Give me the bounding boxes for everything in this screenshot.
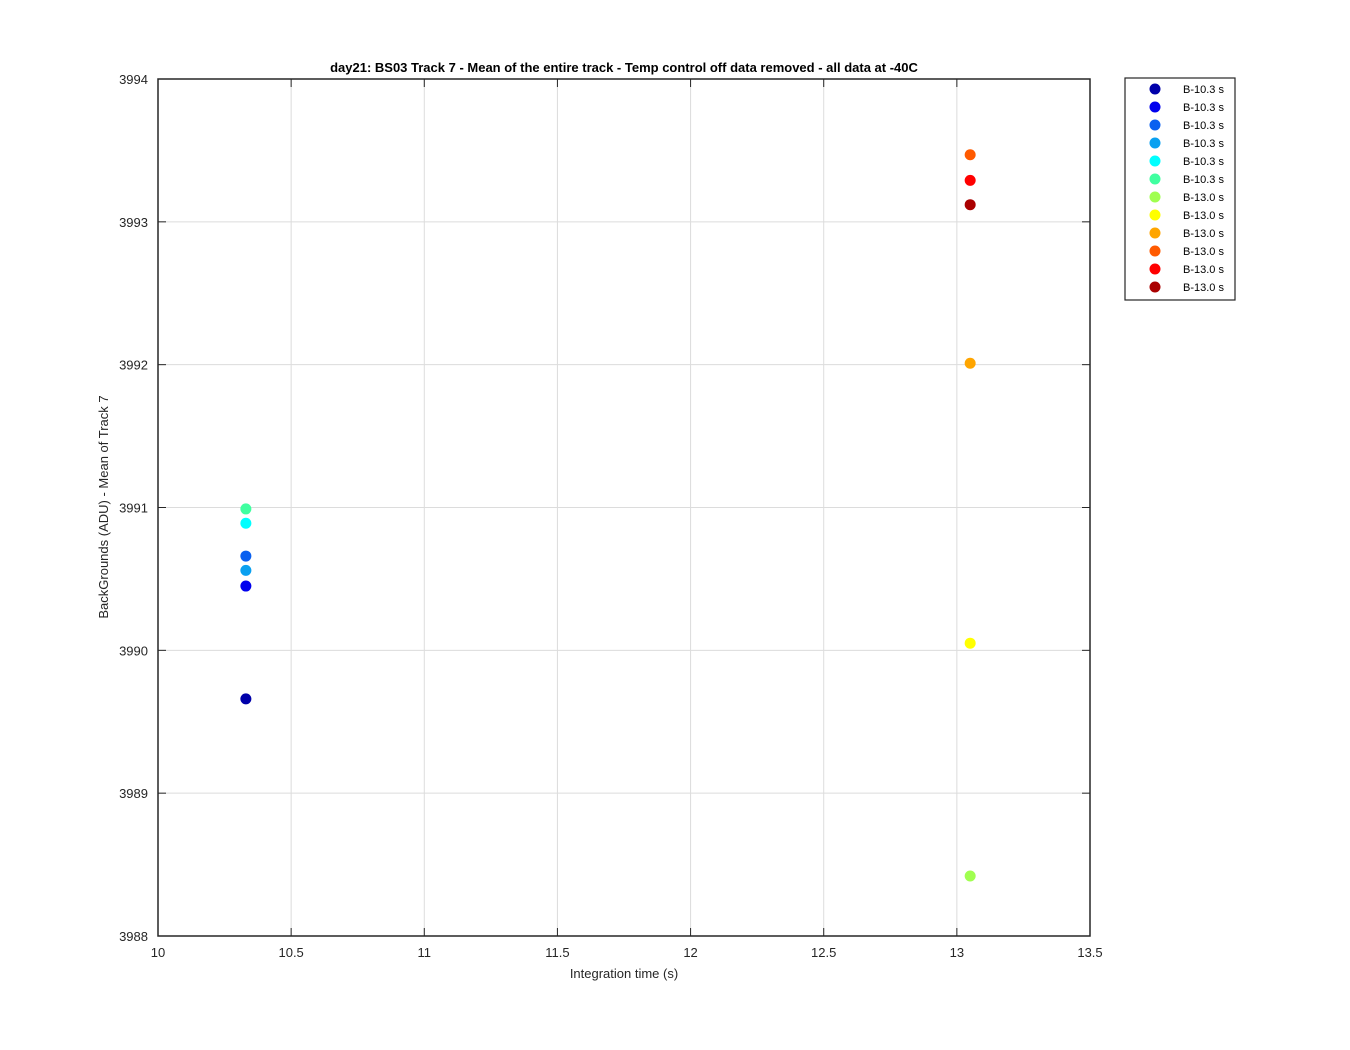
x-tick-label: 12.5 [811, 945, 836, 960]
legend-marker [1149, 245, 1161, 257]
data-point [964, 357, 976, 369]
legend: B-10.3 s B-10.3 s B-10.3 s B-10.3 s B-10.3 s… [1124, 77, 1236, 301]
legend-label: B-10.3 s [1183, 138, 1224, 150]
y-tick-label: 3990 [119, 643, 148, 658]
legend-marker [1149, 191, 1161, 203]
legend-label: B-10.3 s [1183, 174, 1224, 186]
legend-label: B-13.0 s [1183, 246, 1224, 258]
data-point [240, 693, 252, 705]
legend-label: B-13.0 s [1183, 264, 1224, 276]
legend-marker [1149, 209, 1161, 221]
x-tick-label: 11.5 [545, 945, 569, 960]
x-tick-label: 13.5 [1077, 945, 1102, 960]
x-tick-label: 13 [950, 945, 964, 960]
legend-marker [1149, 173, 1161, 185]
data-point [240, 550, 252, 562]
x-axis-label: Integration time (s) [570, 966, 678, 981]
legend-marker [1149, 137, 1161, 149]
y-axis-label: BackGrounds (ADU) - Mean of Track 7 [96, 395, 111, 618]
y-tick-label: 3991 [119, 501, 148, 516]
legend-label: B-13.0 s [1183, 192, 1224, 204]
legend-marker [1149, 281, 1161, 293]
data-point [964, 870, 976, 882]
legend-label: B-10.3 s [1183, 156, 1224, 168]
data-point [964, 199, 976, 211]
legend-marker [1149, 83, 1161, 95]
legend-label: B-13.0 s [1183, 210, 1224, 222]
y-tick-label: 3992 [119, 358, 148, 373]
x-tick-label: 10.5 [278, 945, 303, 960]
data-point [964, 637, 976, 649]
x-tick-label: 11 [418, 945, 432, 960]
y-tick-label: 3994 [119, 72, 148, 87]
data-point [964, 149, 976, 161]
legend-label: B-10.3 s [1183, 84, 1224, 96]
legend-marker [1149, 119, 1161, 131]
y-tick-label: 3989 [119, 786, 148, 801]
data-point [240, 580, 252, 592]
legend-marker [1149, 227, 1161, 239]
legend-label: B-13.0 s [1183, 282, 1224, 294]
legend-marker [1149, 263, 1161, 275]
legend-label: B-10.3 s [1183, 120, 1224, 132]
y-tick-label: 3988 [119, 929, 148, 944]
y-tick-label: 3993 [119, 215, 148, 230]
legend-label: B-10.3 s [1183, 102, 1224, 114]
chart-title: day21: BS03 Track 7 - Mean of the entire… [330, 60, 918, 75]
data-point [240, 503, 252, 515]
data-point [964, 174, 976, 186]
legend-label: B-13.0 s [1183, 228, 1224, 240]
legend-marker [1149, 155, 1161, 167]
scatter-chart: day21: BS03 Track 7 - Mean of the entire… [0, 0, 1350, 1050]
data-point [240, 564, 252, 576]
legend-marker [1149, 101, 1161, 113]
x-tick-label: 10 [151, 945, 165, 960]
data-point [240, 517, 252, 529]
x-tick-label: 12 [683, 945, 697, 960]
figure: day21: BS03 Track 7 - Mean of the entire… [0, 0, 1350, 1050]
